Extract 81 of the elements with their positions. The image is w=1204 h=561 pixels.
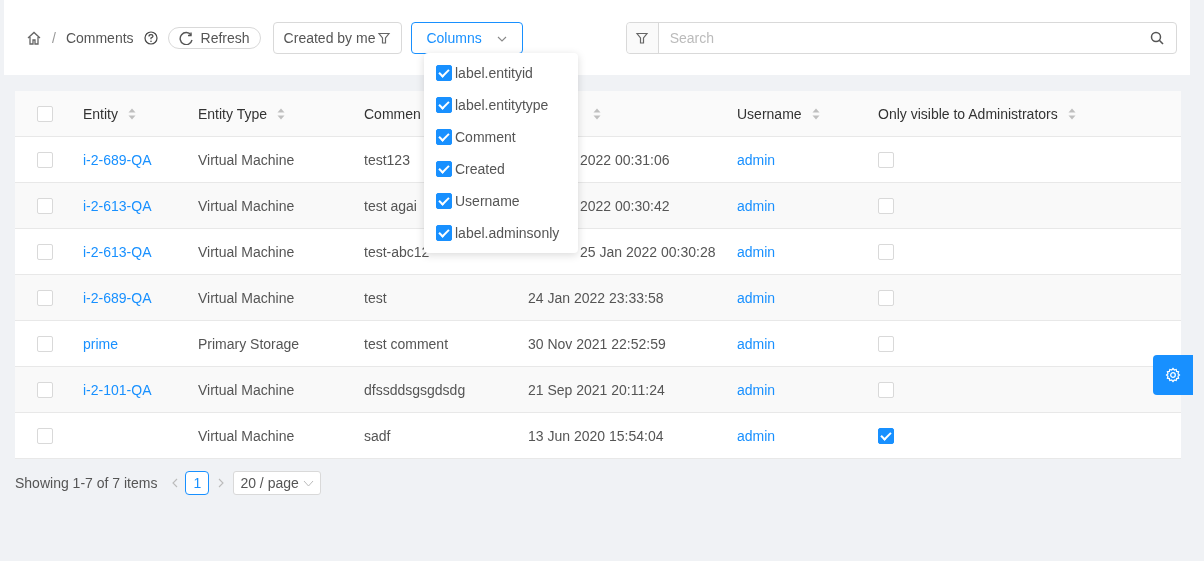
menu-item[interactable]: Created <box>455 161 505 177</box>
settings-button[interactable] <box>1153 355 1193 395</box>
entity-link[interactable]: i-2-689-QA <box>83 151 152 168</box>
menu-item[interactable]: label.entityid <box>455 65 533 81</box>
funnel-icon <box>377 30 392 45</box>
column-checkbox[interactable] <box>436 65 452 81</box>
column-checkbox[interactable] <box>436 129 452 145</box>
username-link[interactable]: admin <box>737 335 776 352</box>
search-input[interactable]: Search <box>658 22 1138 53</box>
table-cell: 24 Jan 2022 23:33:58 <box>528 289 664 306</box>
sort-icon[interactable] <box>593 107 601 120</box>
table-cell: 30 Nov 2021 22:52:59 <box>528 335 666 352</box>
refresh-button[interactable]: Refresh <box>167 26 261 49</box>
filter-button[interactable]: Created by me <box>272 21 403 54</box>
select-all-checkbox[interactable] <box>37 106 53 123</box>
refresh-icon <box>178 30 193 45</box>
entity-link[interactable]: i-2-613-QA <box>83 243 152 260</box>
row-checkbox[interactable] <box>37 198 53 215</box>
table-cell: dfssddsgsgdsdg <box>364 381 466 398</box>
table-cell: test123 <box>364 151 410 168</box>
pagination-summary: Showing 1-7 of 7 items <box>15 475 158 491</box>
search-icon[interactable] <box>1149 30 1164 45</box>
help-icon[interactable] <box>143 30 158 45</box>
entity-link[interactable]: prime <box>83 335 118 352</box>
row-checkbox[interactable] <box>37 382 53 399</box>
previous-page-icon[interactable] <box>171 478 180 488</box>
table-cell: test <box>364 289 387 306</box>
table-cell: test comment <box>364 335 449 352</box>
sort-icon[interactable] <box>811 107 820 120</box>
page-title: Comments <box>65 29 134 46</box>
column-checkbox[interactable] <box>436 193 452 209</box>
column-header[interactable]: Entity <box>83 105 118 122</box>
table-cell: Virtual Machine <box>198 243 295 260</box>
username-link[interactable]: admin <box>737 289 776 306</box>
table-cell: Primary Storage <box>198 335 300 352</box>
columns-button[interactable]: Columns <box>411 21 523 54</box>
table-cell: Virtual Machine <box>198 427 295 444</box>
sort-icon[interactable] <box>277 107 285 120</box>
row-checkbox[interactable] <box>37 244 53 261</box>
username-link[interactable]: admin <box>737 197 776 214</box>
filter-icon[interactable] <box>635 30 650 45</box>
table-cell: 13 Jun 2020 15:54:04 <box>528 427 664 444</box>
sort-icon[interactable] <box>1067 107 1076 120</box>
row-checkbox[interactable] <box>37 152 53 169</box>
table-cell: 21 Sep 2021 20:11:24 <box>528 381 665 398</box>
username-link[interactable]: admin <box>737 151 776 168</box>
column-checkbox[interactable] <box>436 225 452 241</box>
table-cell: Virtual Machine <box>198 381 295 398</box>
page-button[interactable]: 1 <box>185 471 210 495</box>
username-link[interactable]: admin <box>737 381 776 398</box>
sort-icon[interactable] <box>128 107 136 120</box>
column-header[interactable]: Username <box>737 105 802 122</box>
menu-item[interactable]: label.adminsonly <box>455 225 560 241</box>
username-link[interactable]: admin <box>737 243 776 260</box>
page-size-select[interactable]: 20 / page <box>233 471 321 495</box>
table-cell: Virtual Machine <box>198 197 295 214</box>
breadcrumb-separator: / <box>52 29 56 46</box>
table-cell: sadf <box>364 427 391 444</box>
chevron-down-icon <box>302 478 314 488</box>
table-cell: 25 Jan 2022 00:30:28 <box>580 243 716 260</box>
menu-item[interactable]: Comment <box>455 129 516 145</box>
table-cell: test agai <box>364 197 417 214</box>
column-checkbox[interactable] <box>436 97 452 113</box>
table-cell: 2022 00:31:06 <box>580 151 670 168</box>
username-link[interactable]: admin <box>737 427 776 444</box>
menu-item[interactable]: label.entitytype <box>455 97 549 113</box>
next-page-icon[interactable] <box>217 478 226 488</box>
settings-icon <box>1165 367 1181 383</box>
table-cell: Virtual Machine <box>198 151 295 168</box>
row-checkbox[interactable] <box>37 428 53 445</box>
column-header[interactable]: Entity Type <box>198 105 267 122</box>
search-field[interactable]: Search <box>625 21 1177 54</box>
column-header[interactable]: Commen <box>364 105 421 122</box>
table-cell: 2022 00:30:42 <box>580 197 670 214</box>
home-icon[interactable] <box>26 29 42 46</box>
column-checkbox[interactable] <box>436 161 452 177</box>
menu-item[interactable]: Username <box>455 193 520 209</box>
row-checkbox[interactable] <box>37 336 53 353</box>
table-cell: Virtual Machine <box>198 289 295 306</box>
table-cell: test-abc12 <box>364 243 430 260</box>
row-checkbox[interactable] <box>37 290 53 307</box>
